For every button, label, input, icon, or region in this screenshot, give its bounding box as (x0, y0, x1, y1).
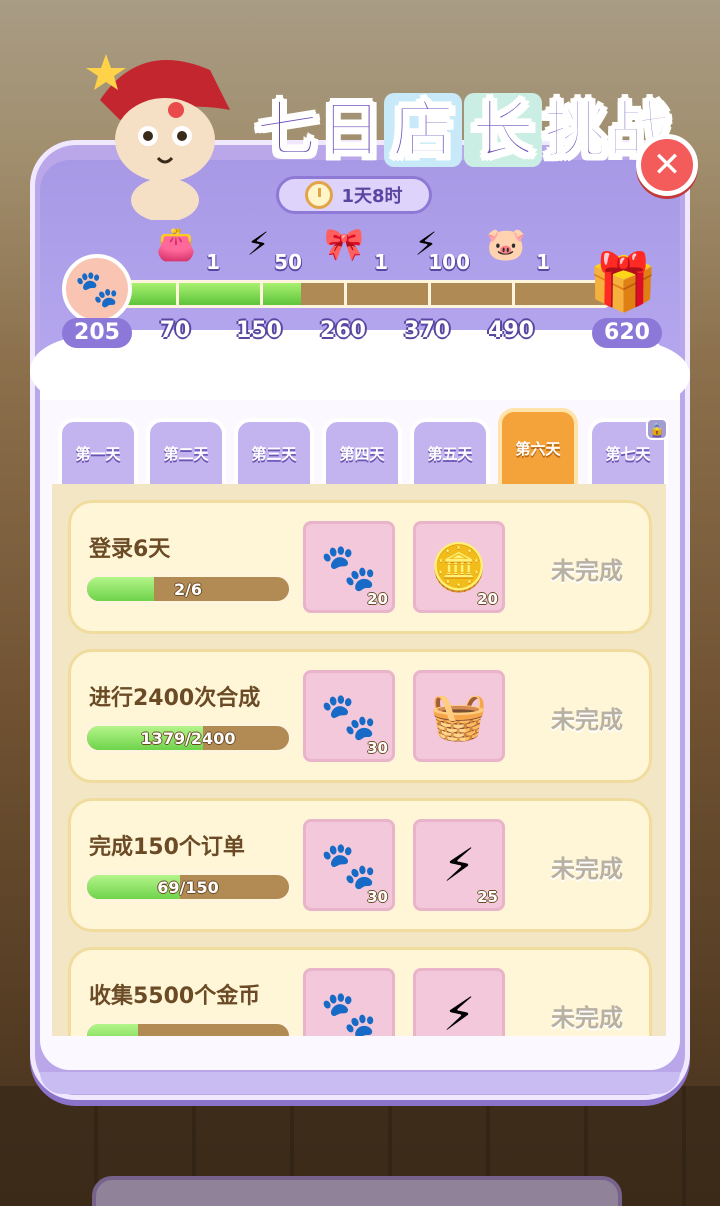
progress-divider (260, 283, 263, 305)
reward-slot[interactable]: ⚡ (413, 968, 505, 1036)
timer-label: 1天8时 (341, 186, 403, 207)
paw-icon: 🐾 (320, 539, 378, 594)
tab-day-2[interactable]: 第二天 (146, 418, 226, 484)
milestone-reward[interactable]: ⚡ 100 (390, 222, 470, 274)
task-row: 完成150个订单 69/150 🐾 30 ⚡ 25 未完成 (68, 798, 652, 932)
tab-label: 第二天 (163, 444, 209, 463)
task-progress-bar: 69/150 (83, 871, 293, 903)
tab-label: 第三天 (251, 444, 297, 463)
milestone-progress-bar (110, 280, 610, 308)
milestone-reward[interactable]: ⚡ 50 (222, 222, 302, 274)
title-char: 长 (464, 93, 543, 167)
lightning-icon: ⚡ (442, 987, 476, 1036)
alarm-clock-icon (305, 181, 334, 209)
title-char: 日 (319, 93, 383, 166)
basket-icon: 🧺 (430, 688, 488, 743)
task-title: 登录6天 (89, 537, 171, 562)
task-progress-bar: 2/6 (83, 573, 293, 605)
task-progress-text: 69/150 (157, 877, 219, 897)
reward-count: 20 (477, 590, 498, 608)
milestone-tick: 370 (404, 318, 450, 343)
lightning-icon: ⚡ (442, 838, 476, 892)
milestone-tick: 150 (236, 318, 282, 343)
tab-label: 第四天 (339, 444, 385, 463)
paw-icon: 🐾 (320, 986, 378, 1037)
progress-divider (512, 283, 515, 305)
coin-icon: 🪙 (430, 539, 488, 594)
close-button[interactable]: ✕ (636, 134, 698, 196)
task-row: 登录6天 2/6 🐾 20 🪙 20 未完成 (68, 500, 652, 634)
lock-icon: 🔒 (646, 418, 668, 440)
tab-label: 第七天 (605, 444, 651, 463)
paw-points-icon: 🐾 (62, 254, 132, 324)
reward-count: 30 (367, 888, 388, 906)
reward-count: 25 (477, 888, 498, 906)
task-list[interactable]: 登录6天 2/6 🐾 20 🪙 20 未完成 进行2400次合成 1379/24… (52, 484, 666, 1036)
milestone-count: 50 (274, 250, 302, 274)
progress-divider (344, 283, 347, 305)
close-icon: ✕ (652, 145, 682, 185)
milestone-count: 1 (206, 250, 220, 274)
task-status: 未完成 (551, 706, 623, 734)
task-row: 收集5500个金币 🐾 ⚡ 未完成 (68, 947, 652, 1036)
tab-day-3[interactable]: 第三天 (234, 418, 314, 484)
task-progress-text (87, 1024, 289, 1036)
tab-day-5[interactable]: 第五天 (410, 418, 490, 484)
milestone-progress-fill (113, 283, 301, 305)
reward-slot[interactable]: ⚡ 25 (413, 819, 505, 911)
paw-icon: 🐾 (320, 837, 378, 892)
title-char: 店 (384, 93, 463, 167)
task-status: 未完成 (551, 557, 623, 585)
tab-label: 第五天 (427, 444, 473, 463)
milestone-tick: 260 (320, 318, 366, 343)
countdown-timer: 1天8时 (276, 176, 432, 214)
tab-day-6[interactable]: 第六天 (498, 408, 578, 484)
task-status: 未完成 (551, 1004, 623, 1032)
task-title: 进行2400次合成 (89, 686, 261, 711)
reward-slot[interactable]: 🐾 (303, 968, 395, 1036)
reward-slot[interactable]: 🐾 20 (303, 521, 395, 613)
panel-bottom-edge (40, 1072, 680, 1094)
task-title: 完成150个订单 (89, 835, 245, 860)
paw-icon: 🐾 (320, 688, 378, 743)
milestone-count: 1 (536, 250, 550, 274)
milestone-tick: 70 (159, 318, 191, 343)
reward-count: 30 (367, 739, 388, 757)
milestone-count: 100 (428, 250, 470, 274)
milestone-reward[interactable]: 🎀 1 (308, 222, 388, 274)
task-row: 进行2400次合成 1379/2400 🐾 30 🧺 未完成 (68, 649, 652, 783)
tab-day-1[interactable]: 第一天 (58, 418, 138, 484)
reward-count: 20 (367, 590, 388, 608)
reward-slot[interactable]: 🐾 30 (303, 819, 395, 911)
milestone-tick: 490 (488, 318, 534, 343)
progress-divider (176, 283, 179, 305)
task-progress-text: 1379/2400 (140, 728, 236, 748)
tab-day-4[interactable]: 第四天 (322, 418, 402, 484)
tab-label: 第六天 (515, 439, 561, 458)
milestone-reward[interactable]: 👛 1 (140, 222, 220, 274)
task-title: 收集5500个金币 (89, 984, 261, 1009)
task-status: 未完成 (551, 855, 623, 883)
tab-day-7[interactable]: 第七天 🔒 (588, 418, 668, 484)
title-char: 七 (255, 93, 319, 166)
task-progress-bar (83, 1020, 293, 1036)
task-progress-bar: 1379/2400 (83, 722, 293, 754)
cat-mascot-icon (86, 54, 230, 220)
reward-slot[interactable]: 🐾 30 (303, 670, 395, 762)
tab-label: 第一天 (75, 444, 121, 463)
reward-slot[interactable]: 🧺 (413, 670, 505, 762)
milestone-reward[interactable]: 🐷 1 (470, 222, 550, 274)
reward-slot[interactable]: 🪙 20 (413, 521, 505, 613)
gift-box-icon[interactable]: 🎁 (588, 248, 658, 318)
pig-box-icon: 🐷 (486, 225, 526, 263)
progress-divider (428, 283, 431, 305)
wallet-icon: 👛 (156, 225, 196, 263)
current-points: 205 (62, 318, 132, 348)
page-title: 七 日 店 长 挑 战 (255, 80, 671, 180)
title-char: 挑 (543, 93, 607, 166)
final-milestone: 620 (592, 318, 662, 348)
clothing-icon: 🎀 (324, 225, 364, 263)
task-progress-text: 2/6 (173, 579, 203, 599)
milestone-count: 1 (374, 250, 388, 274)
